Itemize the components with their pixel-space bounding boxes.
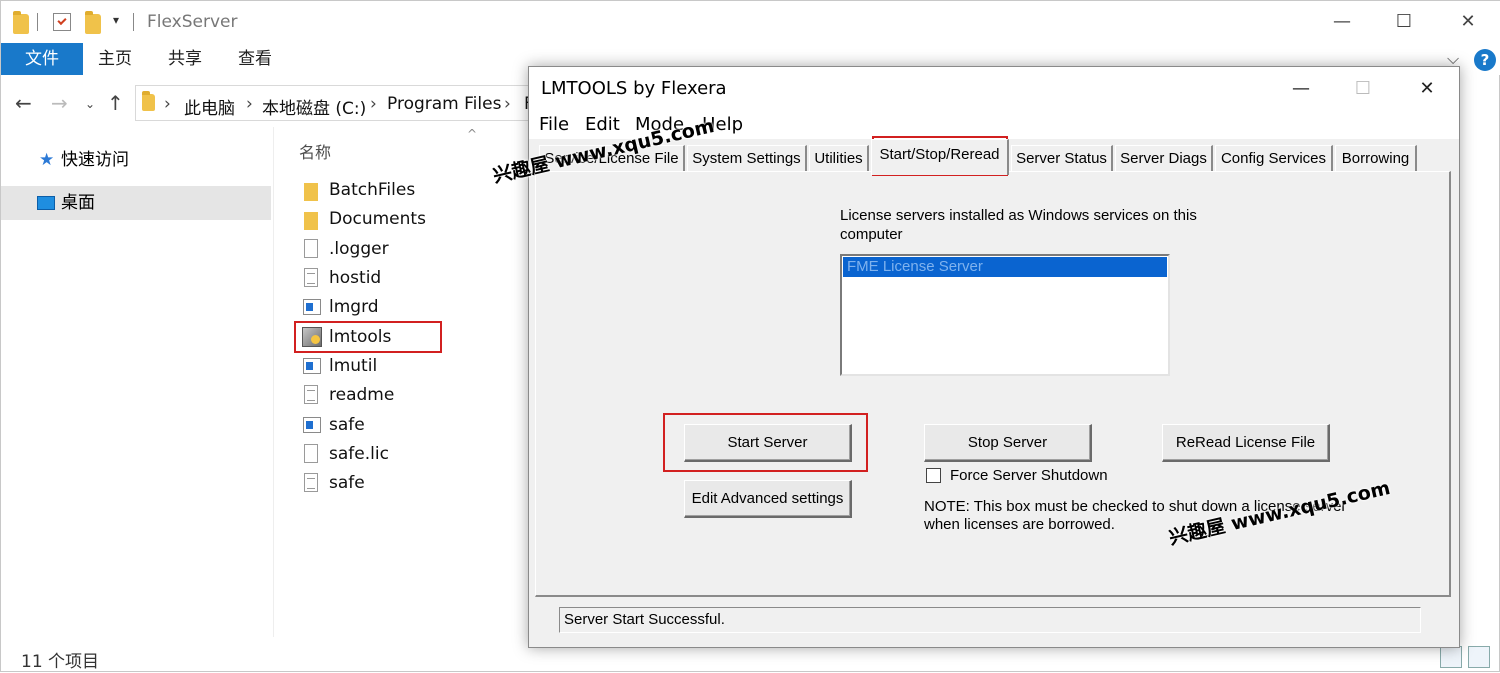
large-icons-view-icon[interactable] xyxy=(1468,646,1490,668)
start-stop-reread-panel: License servers installed as Windows ser… xyxy=(535,171,1451,597)
sort-ascending-icon: ^ xyxy=(467,127,478,141)
force-shutdown-checkbox[interactable] xyxy=(926,468,941,483)
force-shutdown-label: Force Server Shutdown xyxy=(950,467,1108,484)
breadcrumb-separator: › xyxy=(370,94,377,114)
text-file-icon xyxy=(304,473,318,492)
list-item[interactable]: Documents xyxy=(298,206,528,234)
nav-desktop[interactable]: 桌面 xyxy=(1,186,271,220)
file-name: readme xyxy=(329,385,395,405)
lmtools-titlebar: LMTOOLS by Flexera — ☐ ✕ xyxy=(529,67,1459,111)
column-header-name[interactable]: 名称 xyxy=(299,139,331,163)
tab-start-stop-reread[interactable]: Start/Stop/Reread xyxy=(871,139,1009,175)
file-name: lmgrd xyxy=(329,297,379,317)
menu-file[interactable]: File xyxy=(539,114,569,135)
ribbon-tab-home[interactable]: 主页 xyxy=(98,43,132,75)
service-list-item[interactable]: FME License Server xyxy=(843,257,1167,277)
services-label: License servers installed as Windows ser… xyxy=(840,207,1197,243)
list-item[interactable]: safe xyxy=(298,412,528,440)
chevron-down-icon[interactable]: ▾ xyxy=(113,13,119,27)
exe-icon xyxy=(303,417,321,433)
lmtools-close-button[interactable]: ✕ xyxy=(1407,75,1447,103)
highlight-start-button xyxy=(663,413,868,472)
recent-locations-icon[interactable]: ⌄ xyxy=(85,97,95,111)
file-icon xyxy=(304,239,318,258)
item-count: 11 个项目 xyxy=(21,652,100,672)
file-list: 名称 ^ BatchFiles Documents .logger hostid… xyxy=(273,127,533,637)
maximize-button[interactable]: ☐ xyxy=(1389,9,1419,35)
edit-advanced-settings-button[interactable]: Edit Advanced settings xyxy=(684,480,852,518)
ribbon-file-tab[interactable]: 文件 xyxy=(1,43,83,75)
breadcrumb-this-pc[interactable]: 此电脑 xyxy=(184,94,235,119)
text-file-icon xyxy=(304,385,318,404)
back-icon[interactable]: ← xyxy=(15,91,32,115)
file-name: safe xyxy=(329,415,365,435)
services-listbox[interactable]: FME License Server xyxy=(840,254,1170,376)
file-name: lmutil xyxy=(329,356,378,376)
breadcrumb-program-files[interactable]: Program Files xyxy=(387,94,501,114)
breadcrumb-separator: › xyxy=(164,94,171,114)
exe-icon xyxy=(303,299,321,315)
file-name: hostid xyxy=(329,268,382,288)
lmtools-maximize-button[interactable]: ☐ xyxy=(1343,75,1383,103)
tab-config-services[interactable]: Config Services xyxy=(1215,145,1333,173)
nav-quick-access-label: 快速访问 xyxy=(61,150,129,170)
breadcrumb-separator: › xyxy=(504,94,511,114)
lmtools-statusbar: Server Start Successful. xyxy=(559,607,1421,633)
tab-borrowing[interactable]: Borrowing xyxy=(1335,145,1417,173)
divider xyxy=(133,13,134,31)
ribbon-tab-share[interactable]: 共享 xyxy=(168,43,202,75)
stop-server-button[interactable]: Stop Server xyxy=(924,424,1092,462)
folder-icon xyxy=(13,11,29,34)
file-name: safe.lic xyxy=(329,444,389,464)
list-item[interactable]: lmgrd xyxy=(298,294,528,322)
new-folder-icon[interactable] xyxy=(85,11,101,34)
breadcrumb-separator: › xyxy=(246,94,253,114)
lmtools-window: LMTOOLS by Flexera — ☐ ✕ File Edit Mode … xyxy=(528,66,1460,648)
tab-server-diags[interactable]: Server Diags xyxy=(1115,145,1213,173)
divider xyxy=(37,13,38,31)
folder-icon xyxy=(304,183,318,201)
tab-server-status[interactable]: Server Status xyxy=(1011,145,1113,173)
list-item[interactable]: hostid xyxy=(298,265,528,293)
nav-desktop-label: 桌面 xyxy=(61,193,95,213)
exe-icon xyxy=(303,358,321,374)
folder-icon xyxy=(142,91,155,111)
lmtools-title: LMTOOLS by Flexera xyxy=(541,78,727,99)
help-button[interactable]: ? xyxy=(1474,49,1496,71)
lmtools-minimize-button[interactable]: — xyxy=(1281,75,1321,103)
breadcrumb-local-disk[interactable]: 本地磁盘 (C:) xyxy=(262,94,366,119)
file-name: safe xyxy=(329,473,365,493)
close-button[interactable]: ✕ xyxy=(1453,9,1483,35)
properties-icon[interactable] xyxy=(53,13,71,31)
tab-utilities[interactable]: Utilities xyxy=(809,145,869,173)
up-icon[interactable]: ↑ xyxy=(107,91,124,115)
status-message: Server Start Successful. xyxy=(564,611,725,628)
reread-license-file-button[interactable]: ReRead License File xyxy=(1162,424,1330,462)
file-name: .logger xyxy=(329,239,389,259)
list-item[interactable]: safe.lic xyxy=(298,441,528,469)
file-name: BatchFiles xyxy=(329,180,416,200)
highlight-lmtools xyxy=(294,321,442,353)
text-file-icon xyxy=(304,268,318,287)
tab-system-settings[interactable]: System Settings xyxy=(687,145,807,173)
explorer-titlebar: ▾ FlexServer — ☐ ✕ xyxy=(1,1,1500,43)
file-name: Documents xyxy=(329,209,426,229)
ribbon-tab-view[interactable]: 查看 xyxy=(238,43,272,75)
forward-icon[interactable]: → xyxy=(51,91,68,115)
navigation-pane: ★ 快速访问 桌面 xyxy=(1,127,273,637)
nav-quick-access[interactable]: ★ 快速访问 xyxy=(1,143,271,177)
minimize-button[interactable]: — xyxy=(1327,9,1357,35)
list-item[interactable]: .logger xyxy=(298,236,528,264)
file-icon xyxy=(304,444,318,463)
address-input[interactable]: › 此电脑 › 本地磁盘 (C:) › Program Files › F xyxy=(135,85,555,121)
details-view-icon[interactable] xyxy=(1440,646,1462,668)
star-icon: ★ xyxy=(39,150,55,170)
desktop-icon xyxy=(37,196,55,210)
list-item[interactable]: safe xyxy=(298,470,528,498)
list-item[interactable]: lmutil xyxy=(298,353,528,381)
list-item[interactable]: readme xyxy=(298,382,528,410)
folder-icon xyxy=(304,212,318,230)
menu-edit[interactable]: Edit xyxy=(585,114,620,135)
window-title: FlexServer xyxy=(147,12,238,32)
